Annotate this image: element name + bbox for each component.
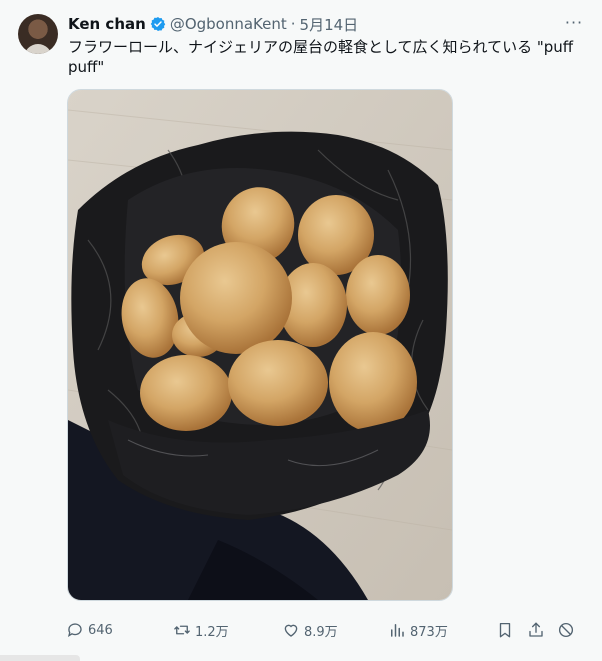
- reply-button[interactable]: 646: [66, 618, 113, 642]
- tweet-date[interactable]: 5月14日: [300, 14, 359, 35]
- verified-badge-icon: [150, 17, 166, 31]
- like-count: 8.9万: [304, 624, 338, 640]
- bookmark-button[interactable]: [496, 618, 518, 642]
- action-bar: 646 1.2万 8.9万 873万: [66, 618, 586, 642]
- status-bar-edge: [0, 655, 80, 661]
- views-count: 873万: [410, 624, 448, 640]
- views-button[interactable]: 873万: [388, 618, 448, 642]
- share-button[interactable]: [527, 618, 549, 642]
- not-interested-button[interactable]: [557, 618, 579, 642]
- tweet-text: フラワーロール、ナイジェリアの屋台の軽食として広く知られている "puff pu…: [68, 38, 574, 76]
- retweet-button[interactable]: 1.2万: [173, 618, 229, 642]
- retweet-count: 1.2万: [195, 624, 229, 640]
- not-interested-icon: [558, 622, 574, 638]
- like-button[interactable]: 8.9万: [282, 618, 338, 642]
- author-name[interactable]: Ken chan: [68, 15, 146, 33]
- puff-puff-photo: [68, 90, 452, 600]
- reply-count: 646: [88, 622, 113, 638]
- share-icon: [529, 622, 543, 637]
- author-handle[interactable]: @OgbonnaKent: [170, 15, 287, 33]
- dot-separator: ·: [290, 15, 296, 33]
- heart-icon: [284, 624, 298, 637]
- avatar-shirt: [24, 44, 52, 54]
- more-options-button[interactable]: ···: [562, 12, 586, 32]
- retweet-icon: [174, 625, 190, 635]
- views-chart-icon: [391, 624, 404, 637]
- avatar[interactable]: [18, 14, 58, 54]
- reply-icon: [67, 623, 82, 638]
- tweet-header: Ken chan @OgbonnaKent · 5月14日: [68, 14, 586, 34]
- bookmark-icon: [499, 622, 511, 638]
- tweet-card[interactable]: Ken chan @OgbonnaKent · 5月14日 ··· フラワーロー…: [0, 0, 602, 661]
- tweet-photo[interactable]: [67, 89, 453, 601]
